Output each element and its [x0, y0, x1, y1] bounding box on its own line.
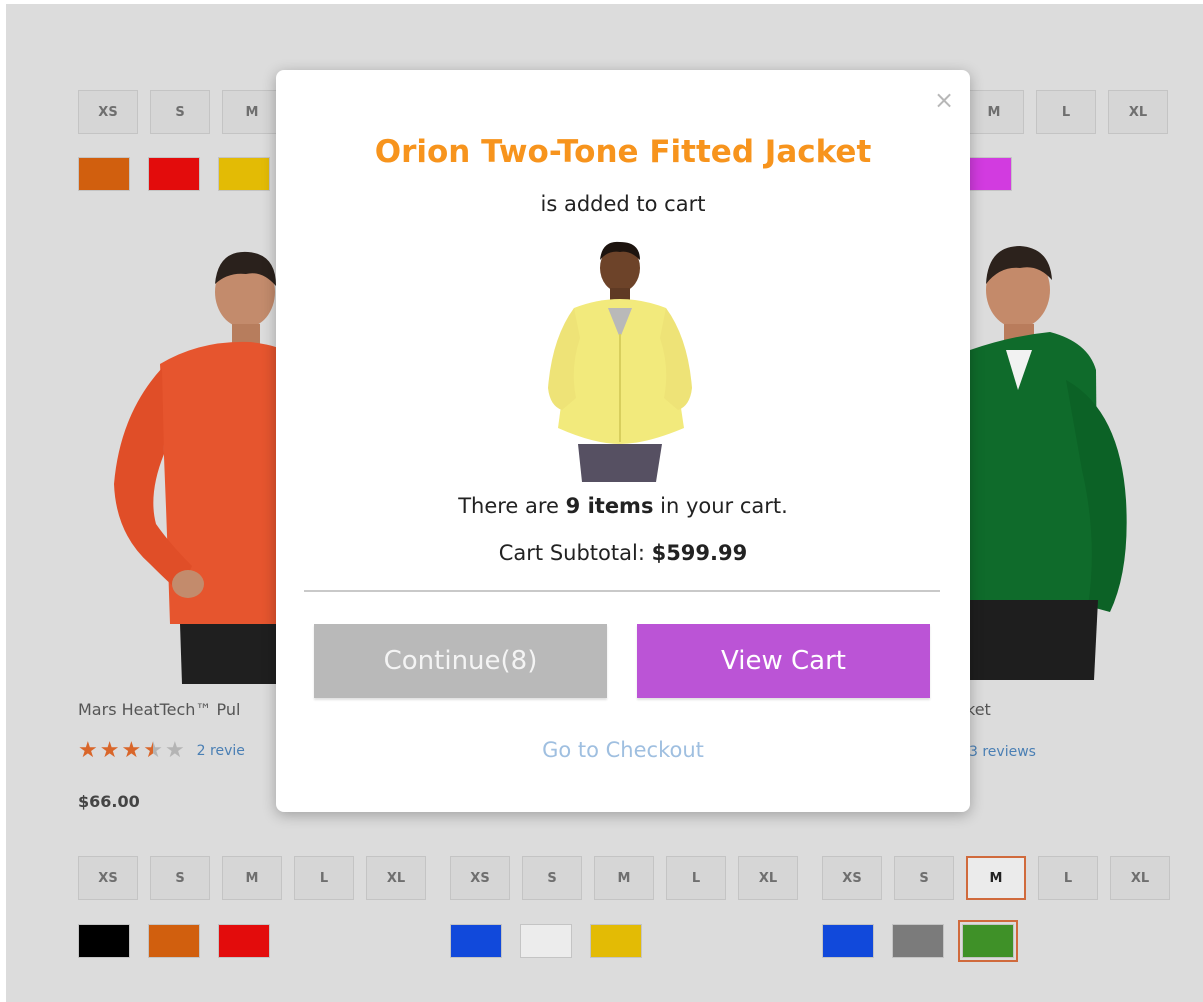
color-option-orange[interactable]	[148, 924, 200, 958]
size-option-m[interactable]: M	[594, 856, 654, 900]
view-cart-button[interactable]: View Cart	[637, 624, 930, 698]
size-option-l[interactable]: L	[294, 856, 354, 900]
size-option-s[interactable]: S	[522, 856, 582, 900]
product-1-size-swatches: XS S M L XL	[78, 856, 426, 900]
reviews-link[interactable]: 2 revie	[197, 743, 245, 759]
star-half-icon: ★	[143, 738, 163, 763]
product-1-color-swatches	[78, 924, 270, 958]
size-option-s[interactable]: S	[150, 856, 210, 900]
size-option-m[interactable]: M	[222, 90, 282, 134]
close-icon[interactable]: ×	[932, 88, 956, 112]
modal-product-title: Orion Two-Tone Fitted Jacket	[374, 134, 872, 170]
top-right-size-swatches: M L XL	[964, 90, 1168, 134]
size-option-s[interactable]: S	[150, 90, 210, 134]
added-to-cart-modal: × Orion Two-Tone Fitted Jacket is added …	[276, 70, 970, 812]
size-option-xs[interactable]: XS	[822, 856, 882, 900]
reviews-link[interactable]: 3 reviews	[969, 744, 1036, 760]
color-option-red[interactable]	[148, 157, 200, 191]
color-option-blue[interactable]	[822, 924, 874, 958]
star-icon: ★	[99, 738, 120, 763]
product-name[interactable]: Mars HeatTech™ Pul	[78, 700, 284, 719]
color-option-gray[interactable]	[892, 924, 944, 958]
size-option-s[interactable]: S	[894, 856, 954, 900]
size-option-l[interactable]: L	[1036, 90, 1096, 134]
cart-count-prefix: There are	[458, 494, 566, 518]
product-image-green-fleece[interactable]	[970, 240, 1135, 680]
product-rating: 3 reviews	[969, 744, 1036, 760]
size-option-l[interactable]: L	[666, 856, 726, 900]
size-option-m[interactable]: M	[222, 856, 282, 900]
size-option-xs[interactable]: XS	[450, 856, 510, 900]
star-icon: ★	[121, 738, 142, 763]
top-left-size-swatches: XS S M	[78, 90, 282, 134]
size-option-xl[interactable]: XL	[738, 856, 798, 900]
go-to-checkout-link[interactable]: Go to Checkout	[276, 738, 970, 762]
product-price: $66.00	[78, 792, 140, 811]
size-option-xl[interactable]: XL	[1108, 90, 1168, 134]
color-option-green-selected[interactable]	[958, 920, 1018, 962]
product-2-color-swatches	[450, 924, 642, 958]
product-image-orange-pullover[interactable]	[100, 244, 300, 684]
subtotal-label: Cart Subtotal:	[498, 541, 652, 565]
color-option-red[interactable]	[218, 924, 270, 958]
product-2-size-swatches: XS S M L XL	[450, 856, 798, 900]
product-3-color-swatches	[822, 920, 1018, 962]
product-3-size-swatches: XS S M L XL	[822, 856, 1170, 900]
star-icon: ★	[78, 738, 98, 763]
size-option-m-selected[interactable]: M	[966, 856, 1026, 900]
cart-subtotal: Cart Subtotal: $599.99	[276, 541, 970, 565]
size-option-xs[interactable]: XS	[78, 856, 138, 900]
size-option-m[interactable]: M	[964, 90, 1024, 134]
cart-count-suffix: in your cart.	[653, 494, 788, 518]
color-option-orange[interactable]	[78, 157, 130, 191]
size-option-xl[interactable]: XL	[1110, 856, 1170, 900]
star-empty-icon: ★	[164, 738, 185, 763]
top-left-color-swatches	[78, 157, 270, 191]
size-option-l[interactable]: L	[1038, 856, 1098, 900]
modal-divider	[304, 590, 940, 592]
color-option-blue[interactable]	[450, 924, 502, 958]
added-product-image	[548, 241, 692, 482]
cart-item-count: There are 9 items in your cart.	[276, 494, 970, 518]
color-option-yellow[interactable]	[590, 924, 642, 958]
modal-subtitle: is added to cart	[540, 192, 706, 216]
color-option-white[interactable]	[520, 924, 572, 958]
product-rating: ★ ★ ★ ★ ★ 2 revie	[78, 740, 245, 762]
continue-shopping-button[interactable]: Continue(8)	[314, 624, 607, 698]
subtotal-value: $599.99	[651, 541, 748, 565]
size-option-xs[interactable]: XS	[78, 90, 138, 134]
size-option-xl[interactable]: XL	[366, 856, 426, 900]
color-option-yellow[interactable]	[218, 157, 270, 191]
cart-count-value: 9 items	[565, 494, 654, 518]
color-option-black[interactable]	[78, 924, 130, 958]
